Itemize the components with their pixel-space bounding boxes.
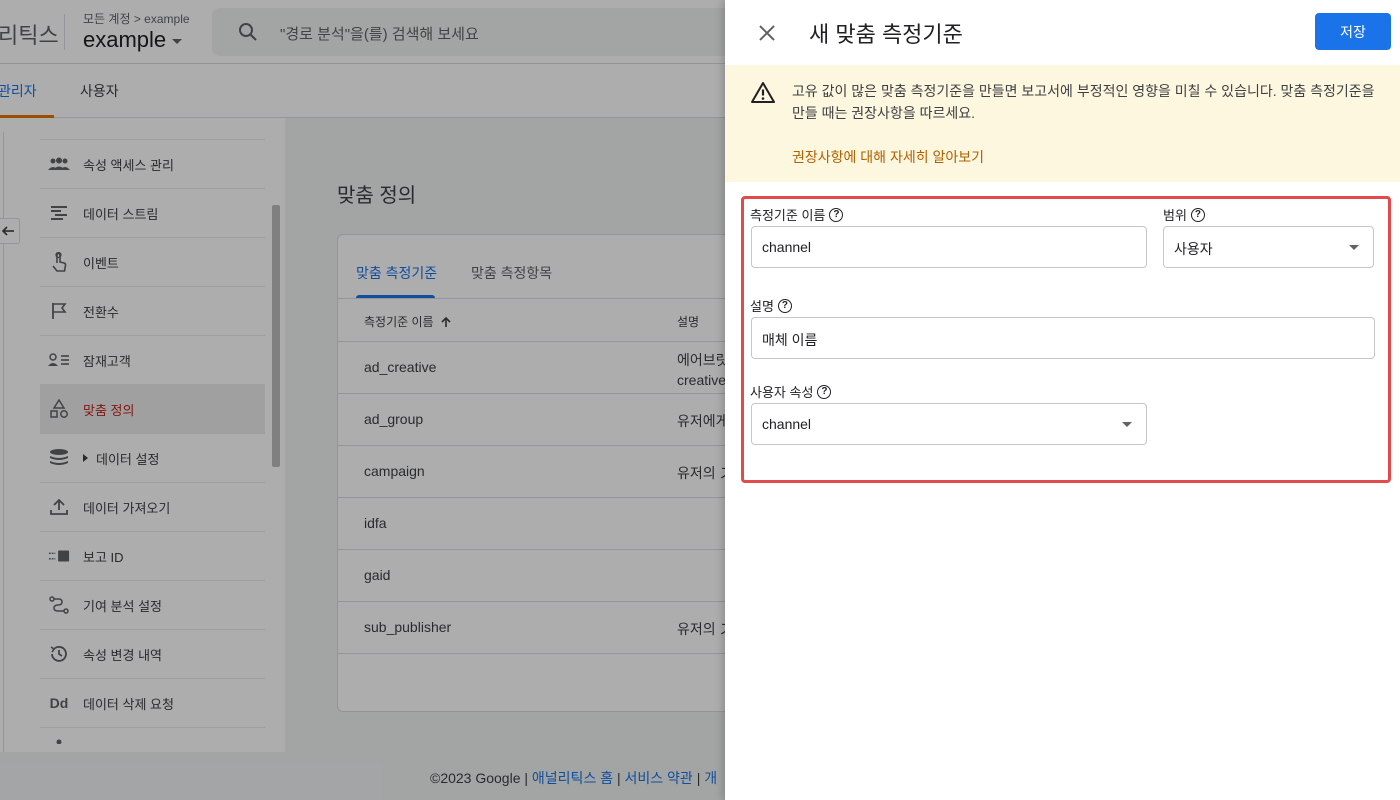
user-property-label: 사용자 속성 ? <box>750 382 832 401</box>
scope-select[interactable]: 사용자 <box>1163 226 1374 268</box>
help-icon[interactable]: ? <box>777 298 792 313</box>
scope-label: 범위 ? <box>1163 205 1205 224</box>
dimension-form: 측정기준 이름 ? channel 범위 ? 사용자 설명 ? 매체 이름 사용… <box>741 196 1391 483</box>
select-value: channel <box>762 416 812 432</box>
label-text: 설명 <box>750 299 774 314</box>
close-button[interactable] <box>753 19 781 47</box>
close-icon <box>759 25 775 41</box>
user-property-select[interactable]: channel <box>751 403 1147 445</box>
label-text: 범위 <box>1163 208 1187 223</box>
description-label: 설명 ? <box>750 296 792 315</box>
save-button[interactable]: 저장 <box>1315 13 1391 50</box>
dropdown-arrow-icon <box>1349 245 1359 250</box>
best-practices-link[interactable]: 권장사항에 대해 자세히 알아보기 <box>792 147 984 167</box>
panel-title: 새 맞춤 측정기준 <box>809 22 963 47</box>
help-icon[interactable]: ? <box>817 384 832 399</box>
input-value: 매체 이름 <box>762 332 818 348</box>
select-value: 사용자 <box>1174 241 1213 257</box>
help-icon[interactable]: ? <box>1190 207 1205 222</box>
label-text: 측정기준 이름 <box>750 208 826 223</box>
dimension-name-label: 측정기준 이름 ? <box>750 205 844 224</box>
warning-icon <box>751 81 775 108</box>
help-icon[interactable]: ? <box>829 207 844 222</box>
description-input[interactable]: 매체 이름 <box>751 317 1375 359</box>
warning-message: 고유 값이 많은 맞춤 측정기준을 만들면 보고서에 부정적인 영향을 미칠 수… <box>792 83 1375 121</box>
dropdown-arrow-icon <box>1122 422 1132 427</box>
label-text: 사용자 속성 <box>750 385 814 400</box>
new-custom-dimension-panel: 새 맞춤 측정기준 저장 고유 값이 많은 맞춤 측정기준을 만들면 보고서에 … <box>725 0 1400 800</box>
input-value: channel <box>762 239 812 255</box>
cardinality-warning-banner: 고유 값이 많은 맞춤 측정기준을 만들면 보고서에 부정적인 영향을 미칠 수… <box>725 65 1400 182</box>
dimension-name-input[interactable]: channel <box>751 226 1147 268</box>
